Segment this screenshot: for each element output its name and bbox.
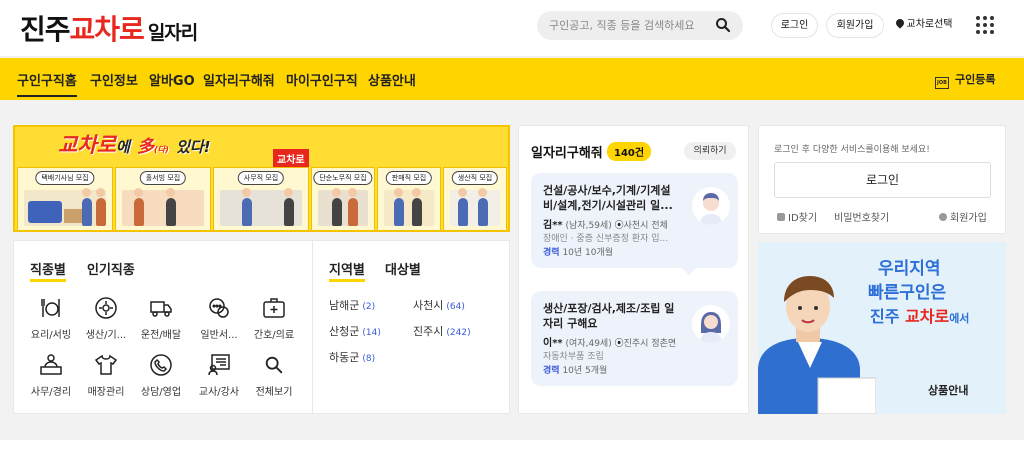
job-request-card[interactable]: 건설/공사/보수,기계/기계설비/설계,전기/시설관리 일... 김** (남자…: [531, 173, 738, 268]
teacher-board-icon: [208, 354, 230, 376]
main-nav: 구인구직홈 구인정보 알바GO 일자리구해줘 마이구인구직 상품안내 JOB 구인…: [0, 58, 1024, 100]
location-pin-icon: ⦿: [614, 221, 624, 231]
businessman-illustration: [758, 276, 876, 414]
category-production[interactable]: 생산/기...: [78, 296, 134, 341]
find-id-link[interactable]: ID찾기: [777, 209, 817, 224]
nav-item-albago[interactable]: 알바GO: [149, 70, 195, 89]
header: 진주교차로일자리 로그인 회원가입 교차로선택: [0, 0, 1024, 56]
warehouse-illustration: [318, 190, 368, 226]
panel-join-link[interactable]: 회원가입: [939, 209, 987, 224]
panel-login-button[interactable]: 로그인: [774, 162, 991, 198]
user-icon: [939, 213, 947, 221]
region-link-sancheong[interactable]: 산청군 (14): [329, 323, 381, 339]
banner-panel-delivery: 택배기사님 모집: [17, 167, 113, 230]
search-icon[interactable]: [715, 17, 731, 33]
login-message: 로그인 후 다양한 서비스를이용해 보세요!: [774, 145, 930, 155]
card-title: 생산/포장/검사,제조/조립 일자리 구해요: [543, 302, 675, 330]
delivery-truck-illustration: [24, 190, 106, 226]
bottom-strip: [0, 440, 1024, 466]
chat-bubble-icon: [209, 298, 229, 318]
region-link-namhae[interactable]: 남해군 (2): [329, 297, 375, 313]
job-document-icon: JOB: [935, 77, 949, 89]
job-request-count-badge: 140건: [607, 142, 652, 161]
card-person: 김** (남자,59세) ⦿사천시 전체: [543, 220, 668, 231]
male-avatar: [692, 187, 730, 225]
job-request-title[interactable]: 일자리구해줘: [531, 142, 603, 161]
login-button[interactable]: 로그인: [771, 13, 818, 38]
card-person: 이** (여자,49세) ⦿진주시 정촌면: [543, 338, 677, 349]
card-experience: 경력 10년 5개월: [543, 366, 608, 376]
ad-line-1: 우리지역: [878, 259, 941, 279]
nav-item-job-request[interactable]: 일자리구해줘: [203, 70, 275, 89]
logo-text-service: 일자리: [147, 22, 198, 44]
lock-icon: [777, 213, 785, 221]
category-delivery[interactable]: 운전/배달: [133, 296, 189, 341]
nav-item-home[interactable]: 구인구직홈: [17, 70, 77, 97]
logo-text-brand: 교차로: [69, 13, 145, 46]
shirt-icon: [94, 354, 118, 375]
phone-icon: [150, 354, 172, 376]
tab-job-type[interactable]: 직종별: [30, 259, 66, 282]
banner-panel-sales: 판매직 모집: [377, 167, 441, 230]
category-cooking[interactable]: 요리/서빙: [23, 296, 79, 341]
location-pin-icon: ⦿: [614, 339, 624, 349]
tab-region[interactable]: 지역별: [329, 259, 365, 282]
logo-text-region: 진주: [20, 13, 71, 46]
category-panel: 직종별 인기직종 요리/서빙 생산/기... 운전/배달 일반서... 간호/의…: [13, 240, 510, 414]
truck-icon: [150, 301, 172, 317]
card-experience: 경력 10년 10개월: [543, 248, 614, 258]
utensils-icon: [41, 299, 60, 317]
search-icon: [265, 356, 283, 374]
region-select-button[interactable]: 교차로선택: [890, 13, 958, 38]
category-general-service[interactable]: 일반서...: [191, 296, 247, 341]
find-password-link[interactable]: 비밀번호찾기: [834, 209, 889, 224]
banner-title: 교차로에 多(다) 있다!: [58, 133, 211, 157]
office-desk-icon: [40, 354, 62, 375]
region-link-hadong[interactable]: 하동군 (8): [329, 349, 375, 365]
category-store[interactable]: 매장관리: [78, 353, 134, 398]
ad-product-info-button[interactable]: 상품안내: [928, 382, 968, 398]
ad-line-2: 빠른구인은: [868, 283, 947, 303]
logo[interactable]: 진주교차로 일자리: [20, 8, 198, 48]
region-select-label: 교차로선택: [906, 19, 953, 30]
card-description: 장애인 · 중증 신부증정 환자 입...: [543, 234, 669, 244]
request-button[interactable]: 의뢰하기: [684, 142, 736, 160]
location-pin-icon: [893, 17, 906, 29]
promo-banner[interactable]: 교차로에 多(다) 있다! 교차로 택배기사님 모집 홀서빙 모집 사무직 모집…: [13, 125, 510, 232]
job-request-card[interactable]: 생산/포장/검사,제조/조립 일자리 구해요 이** (여자,49세) ⦿진주시…: [531, 291, 738, 386]
card-title: 건설/공사/보수,기계/기계설비/설계,전기/시설관리 일...: [543, 184, 673, 212]
category-consulting[interactable]: 상담/영업: [133, 353, 189, 398]
ad-banner[interactable]: 우리지역 빠른구인은 진주 교차로에서 상품안내: [758, 242, 1006, 414]
ad-line-3: 진주 교차로에서: [870, 307, 970, 326]
banner-brand-badge: 교차로: [273, 149, 309, 168]
app-grid-icon[interactable]: [976, 16, 994, 34]
nav-item-job-info[interactable]: 구인정보: [90, 70, 138, 89]
gear-icon: [95, 297, 117, 319]
nav-item-my-job[interactable]: 마이구인구직: [286, 70, 358, 89]
card-description: 자동차부품 조립: [543, 352, 604, 362]
join-button[interactable]: 회원가입: [826, 13, 884, 38]
category-medical[interactable]: 간호/의료: [246, 296, 302, 341]
login-panel: 로그인 후 다양한 서비스를이용해 보세요! 로그인 ID찾기 비밀번호찾기 회…: [758, 125, 1006, 234]
category-office[interactable]: 사무/경리: [23, 353, 79, 398]
job-request-panel: 일자리구해줘 140건 의뢰하기 건설/공사/보수,기계/기계설비/설계,전기/…: [518, 125, 749, 414]
tab-popular-job[interactable]: 인기직종: [87, 259, 135, 278]
medical-kit-icon: [263, 298, 285, 318]
tab-target[interactable]: 대상별: [385, 259, 421, 278]
female-avatar: [692, 305, 730, 343]
banner-panel-labor: 단순노무직 모집: [311, 167, 375, 230]
job-register-label: 구인등록: [955, 73, 996, 86]
shop-illustration: [384, 190, 434, 226]
category-view-all[interactable]: 전체보기: [246, 353, 302, 398]
category-teacher[interactable]: 교사/강사: [191, 353, 247, 398]
nav-item-products[interactable]: 상품안내: [368, 70, 416, 89]
banner-panel-production: 생산직 모집: [443, 167, 507, 230]
job-register-button[interactable]: JOB 구인등록: [935, 71, 995, 89]
banner-panel-office: 사무직 모집: [213, 167, 309, 230]
banner-panel-hall: 홀서빙 모집: [115, 167, 211, 230]
search-input[interactable]: [537, 11, 743, 40]
panel-divider: [312, 241, 313, 413]
region-link-sacheon[interactable]: 사천시 (64): [413, 297, 465, 313]
region-link-jinju[interactable]: 진주시 (242): [413, 323, 471, 339]
